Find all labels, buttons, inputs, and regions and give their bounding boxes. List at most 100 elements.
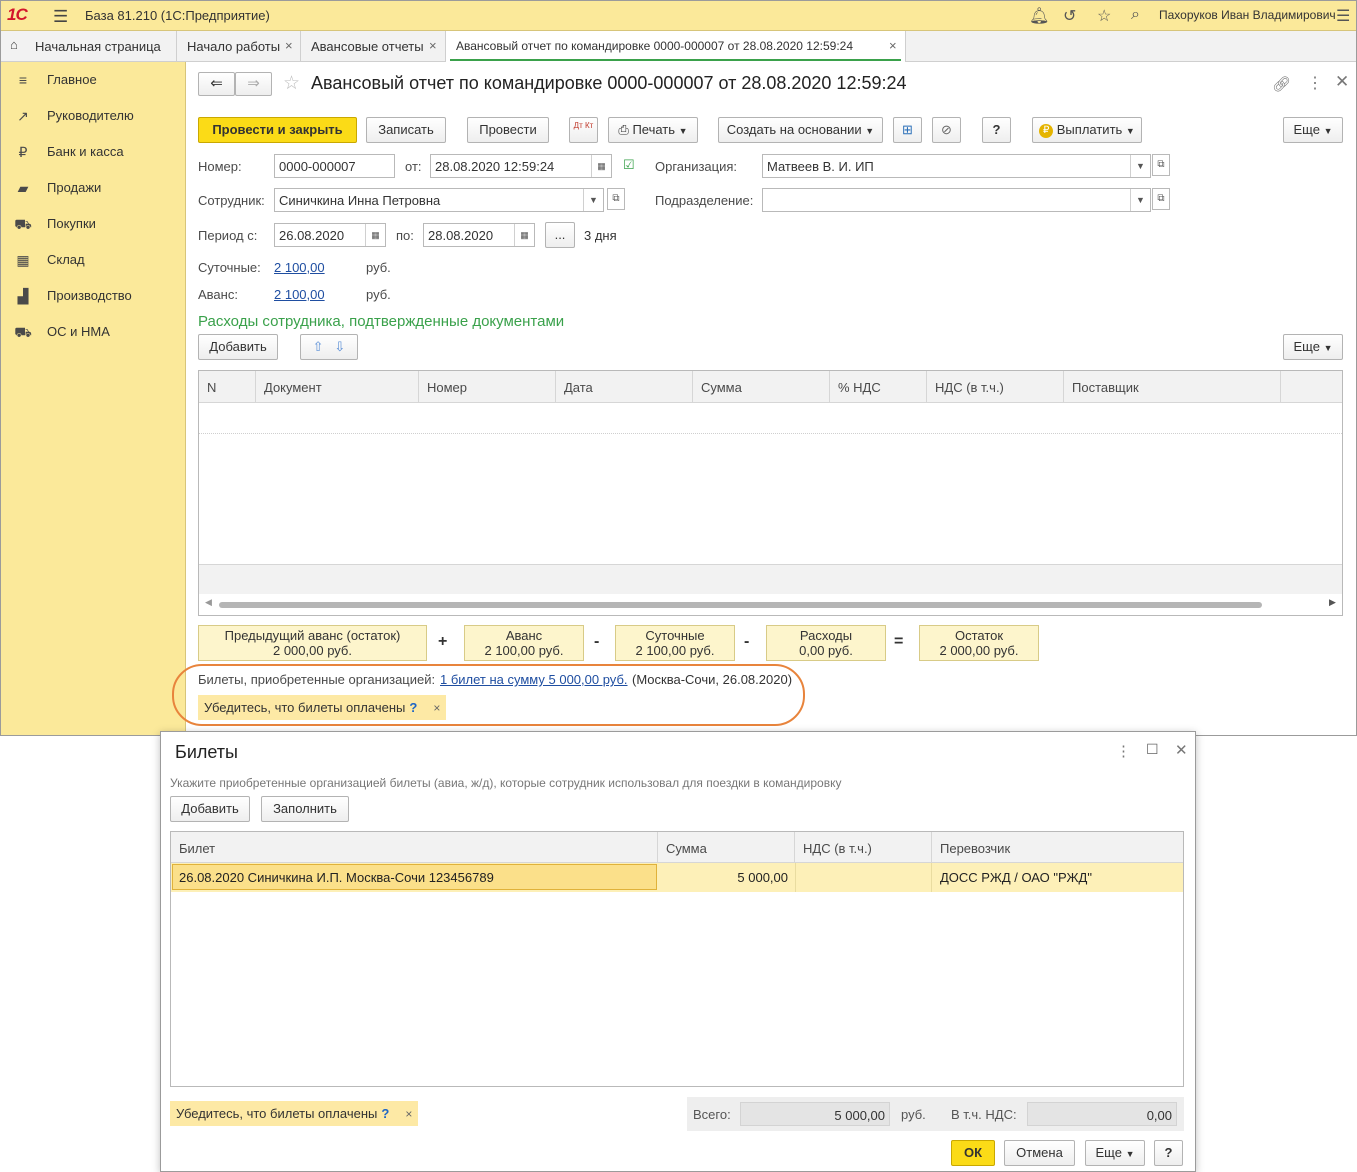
arrow-up-icon[interactable]: ⇧ [313, 339, 324, 354]
more-button[interactable]: Еще ▼ [1283, 117, 1343, 143]
date-field[interactable]: 28.08.2020 12:59:24 ▦ [430, 154, 612, 178]
dialog-more-button[interactable]: Еще ▼ [1085, 1140, 1145, 1166]
post-button[interactable]: Провести [467, 117, 549, 143]
expenses-add-button[interactable]: Добавить [198, 334, 278, 360]
scroll-right-icon[interactable]: ▶ [1329, 597, 1336, 608]
table-row[interactable] [199, 403, 1342, 434]
column-header[interactable]: N [199, 371, 256, 403]
employee-field[interactable]: Синичкина Инна Петровна ▼ [274, 188, 604, 212]
cancel-button[interactable]: Отмена [1004, 1140, 1075, 1166]
chevron-down-icon[interactable]: ▼ [1130, 189, 1150, 211]
forward-button[interactable]: ⇒ [235, 72, 272, 96]
organization-field[interactable]: Матвеев В. И. ИП ▼ [762, 154, 1151, 178]
carrier-cell[interactable]: ДОСС РЖД / ОАО "РЖД" [940, 863, 1180, 892]
tab-home[interactable]: ⌂ Начальная страница [1, 31, 177, 61]
sidebar-item-manager[interactable]: ↗ Руководителю [1, 98, 186, 134]
open-icon[interactable]: ⧉ [1152, 188, 1170, 210]
per-diem-link[interactable]: 2 100,00 [274, 260, 325, 275]
vat-cell[interactable] [795, 863, 932, 892]
print-button[interactable]: ⎙ Печать ▼ [608, 117, 698, 143]
date-value: 28.08.2020 12:59:24 [435, 159, 555, 174]
tab-advance-report-doc[interactable]: Авансовый отчет по командировке 0000-000… [446, 31, 906, 62]
search-icon[interactable]: ⌕ [1131, 6, 1140, 24]
close-icon[interactable]: ✕ [1335, 72, 1349, 92]
open-icon[interactable]: ⧉ [607, 188, 625, 210]
advance-link[interactable]: 2 100,00 [274, 287, 325, 302]
help-icon[interactable]: ? [381, 1106, 389, 1121]
chevron-down-icon[interactable]: ▼ [583, 189, 603, 211]
open-icon[interactable]: ⧉ [1152, 154, 1170, 176]
dialog-help-button[interactable]: ? [1154, 1140, 1183, 1166]
pay-button[interactable]: ₽ Выплатить ▼ [1032, 117, 1142, 143]
create-based-on-button[interactable]: Создать на основании ▼ [718, 117, 883, 143]
calendar-icon[interactable]: ▦ [514, 224, 534, 246]
maximize-icon[interactable]: ☐ [1146, 741, 1159, 758]
column-header[interactable]: Билет [171, 832, 658, 863]
favorite-star-icon[interactable]: ☆ [283, 72, 300, 95]
period-from-field[interactable]: 26.08.2020 ▦ [274, 223, 386, 247]
column-header[interactable]: Сумма [693, 371, 830, 403]
number-label: Номер: [198, 159, 242, 174]
sidebar-item-assets[interactable]: ⛟ ОС и НМА [1, 314, 186, 350]
bell-icon[interactable]: 🔔︎ [1029, 6, 1049, 26]
sidebar-item-production[interactable]: ▟ Производство [1, 278, 186, 314]
close-icon[interactable]: × [429, 38, 437, 53]
scroll-left-icon[interactable]: ◀ [205, 597, 212, 608]
user-name[interactable]: Пахоруков Иван Владимирович [1159, 8, 1336, 22]
structure-button[interactable]: ⊞ [893, 117, 922, 143]
department-field[interactable]: ▼ [762, 188, 1151, 212]
arrow-down-icon[interactable]: ⇩ [334, 339, 345, 354]
number-field[interactable]: 0000-000007 [274, 154, 395, 178]
ticket-cell[interactable]: 26.08.2020 Синичкина И.П. Москва-Сочи 12… [172, 864, 657, 890]
sidebar-item-main[interactable]: ≡ Главное [1, 62, 186, 98]
close-icon[interactable]: × [405, 1107, 412, 1121]
column-header[interactable]: Сумма [658, 832, 795, 863]
post-and-close-button[interactable]: Провести и закрыть [198, 117, 357, 143]
column-header[interactable]: Номер [419, 371, 556, 403]
period-to-field[interactable]: 28.08.2020 ▦ [423, 223, 535, 247]
calendar-icon[interactable]: ▦ [591, 155, 611, 177]
close-icon[interactable]: × [889, 38, 897, 53]
tab-start[interactable]: Начало работы × [177, 31, 301, 61]
more-label: Еще [1293, 122, 1320, 137]
expenses-more-button[interactable]: Еще ▼ [1283, 334, 1343, 360]
attach-button[interactable]: ⊘ [932, 117, 961, 143]
help-button[interactable]: ? [982, 117, 1011, 143]
link-icon[interactable]: 🔗︎ [1272, 75, 1291, 93]
sidebar-item-warehouse[interactable]: ▦ Склад [1, 242, 186, 278]
table-row[interactable]: 26.08.2020 Синичкина И.П. Москва-Сочи 12… [171, 863, 1183, 892]
settings-menu-icon[interactable]: ☰ [1336, 6, 1350, 26]
history-icon[interactable]: ↺ [1063, 6, 1076, 26]
sidebar-item-purchases[interactable]: ⛟ Покупки [1, 206, 186, 242]
more-vertical-icon[interactable]: ⋮ [1116, 742, 1131, 760]
star-icon[interactable]: ☆ [1097, 6, 1111, 26]
sidebar-item-label: Банк и касса [47, 144, 124, 159]
close-icon[interactable]: ✕ [1175, 741, 1188, 759]
period-select-button[interactable]: ... [545, 222, 575, 248]
column-header[interactable]: Дата [556, 371, 693, 403]
dialog-add-button[interactable]: Добавить [170, 796, 250, 822]
close-icon[interactable]: × [285, 38, 293, 53]
period-from-value: 26.08.2020 [279, 228, 345, 243]
sidebar-item-sales[interactable]: ▰ Продажи [1, 170, 186, 206]
chevron-down-icon[interactable]: ▼ [1130, 155, 1150, 177]
back-button[interactable]: ⇐ [198, 72, 235, 96]
more-vertical-icon[interactable]: ⋮ [1307, 73, 1323, 93]
column-header[interactable]: Перевозчик [932, 832, 1183, 863]
dt-kt-button[interactable]: Дт Кт [569, 117, 598, 143]
truck-icon: ⛟ [14, 324, 32, 340]
column-header[interactable]: Поставщик [1064, 371, 1281, 403]
sum-cell[interactable]: 5 000,00 [658, 863, 788, 892]
column-header[interactable]: НДС (в т.ч.) [927, 371, 1064, 403]
tab-advance-reports[interactable]: Авансовые отчеты × [301, 31, 446, 61]
sidebar-item-bank[interactable]: ₽ Банк и касса [1, 134, 186, 170]
save-button[interactable]: Записать [366, 117, 446, 143]
horizontal-scrollbar[interactable] [219, 602, 1262, 608]
column-header[interactable]: Документ [256, 371, 419, 403]
column-header[interactable]: НДС (в т.ч.) [795, 832, 932, 863]
calendar-icon[interactable]: ▦ [365, 224, 385, 246]
dialog-fill-button[interactable]: Заполнить [261, 796, 349, 822]
column-header[interactable]: % НДС [830, 371, 927, 403]
ok-button[interactable]: ОК [951, 1140, 995, 1166]
main-menu-icon[interactable]: ☰ [53, 7, 68, 27]
